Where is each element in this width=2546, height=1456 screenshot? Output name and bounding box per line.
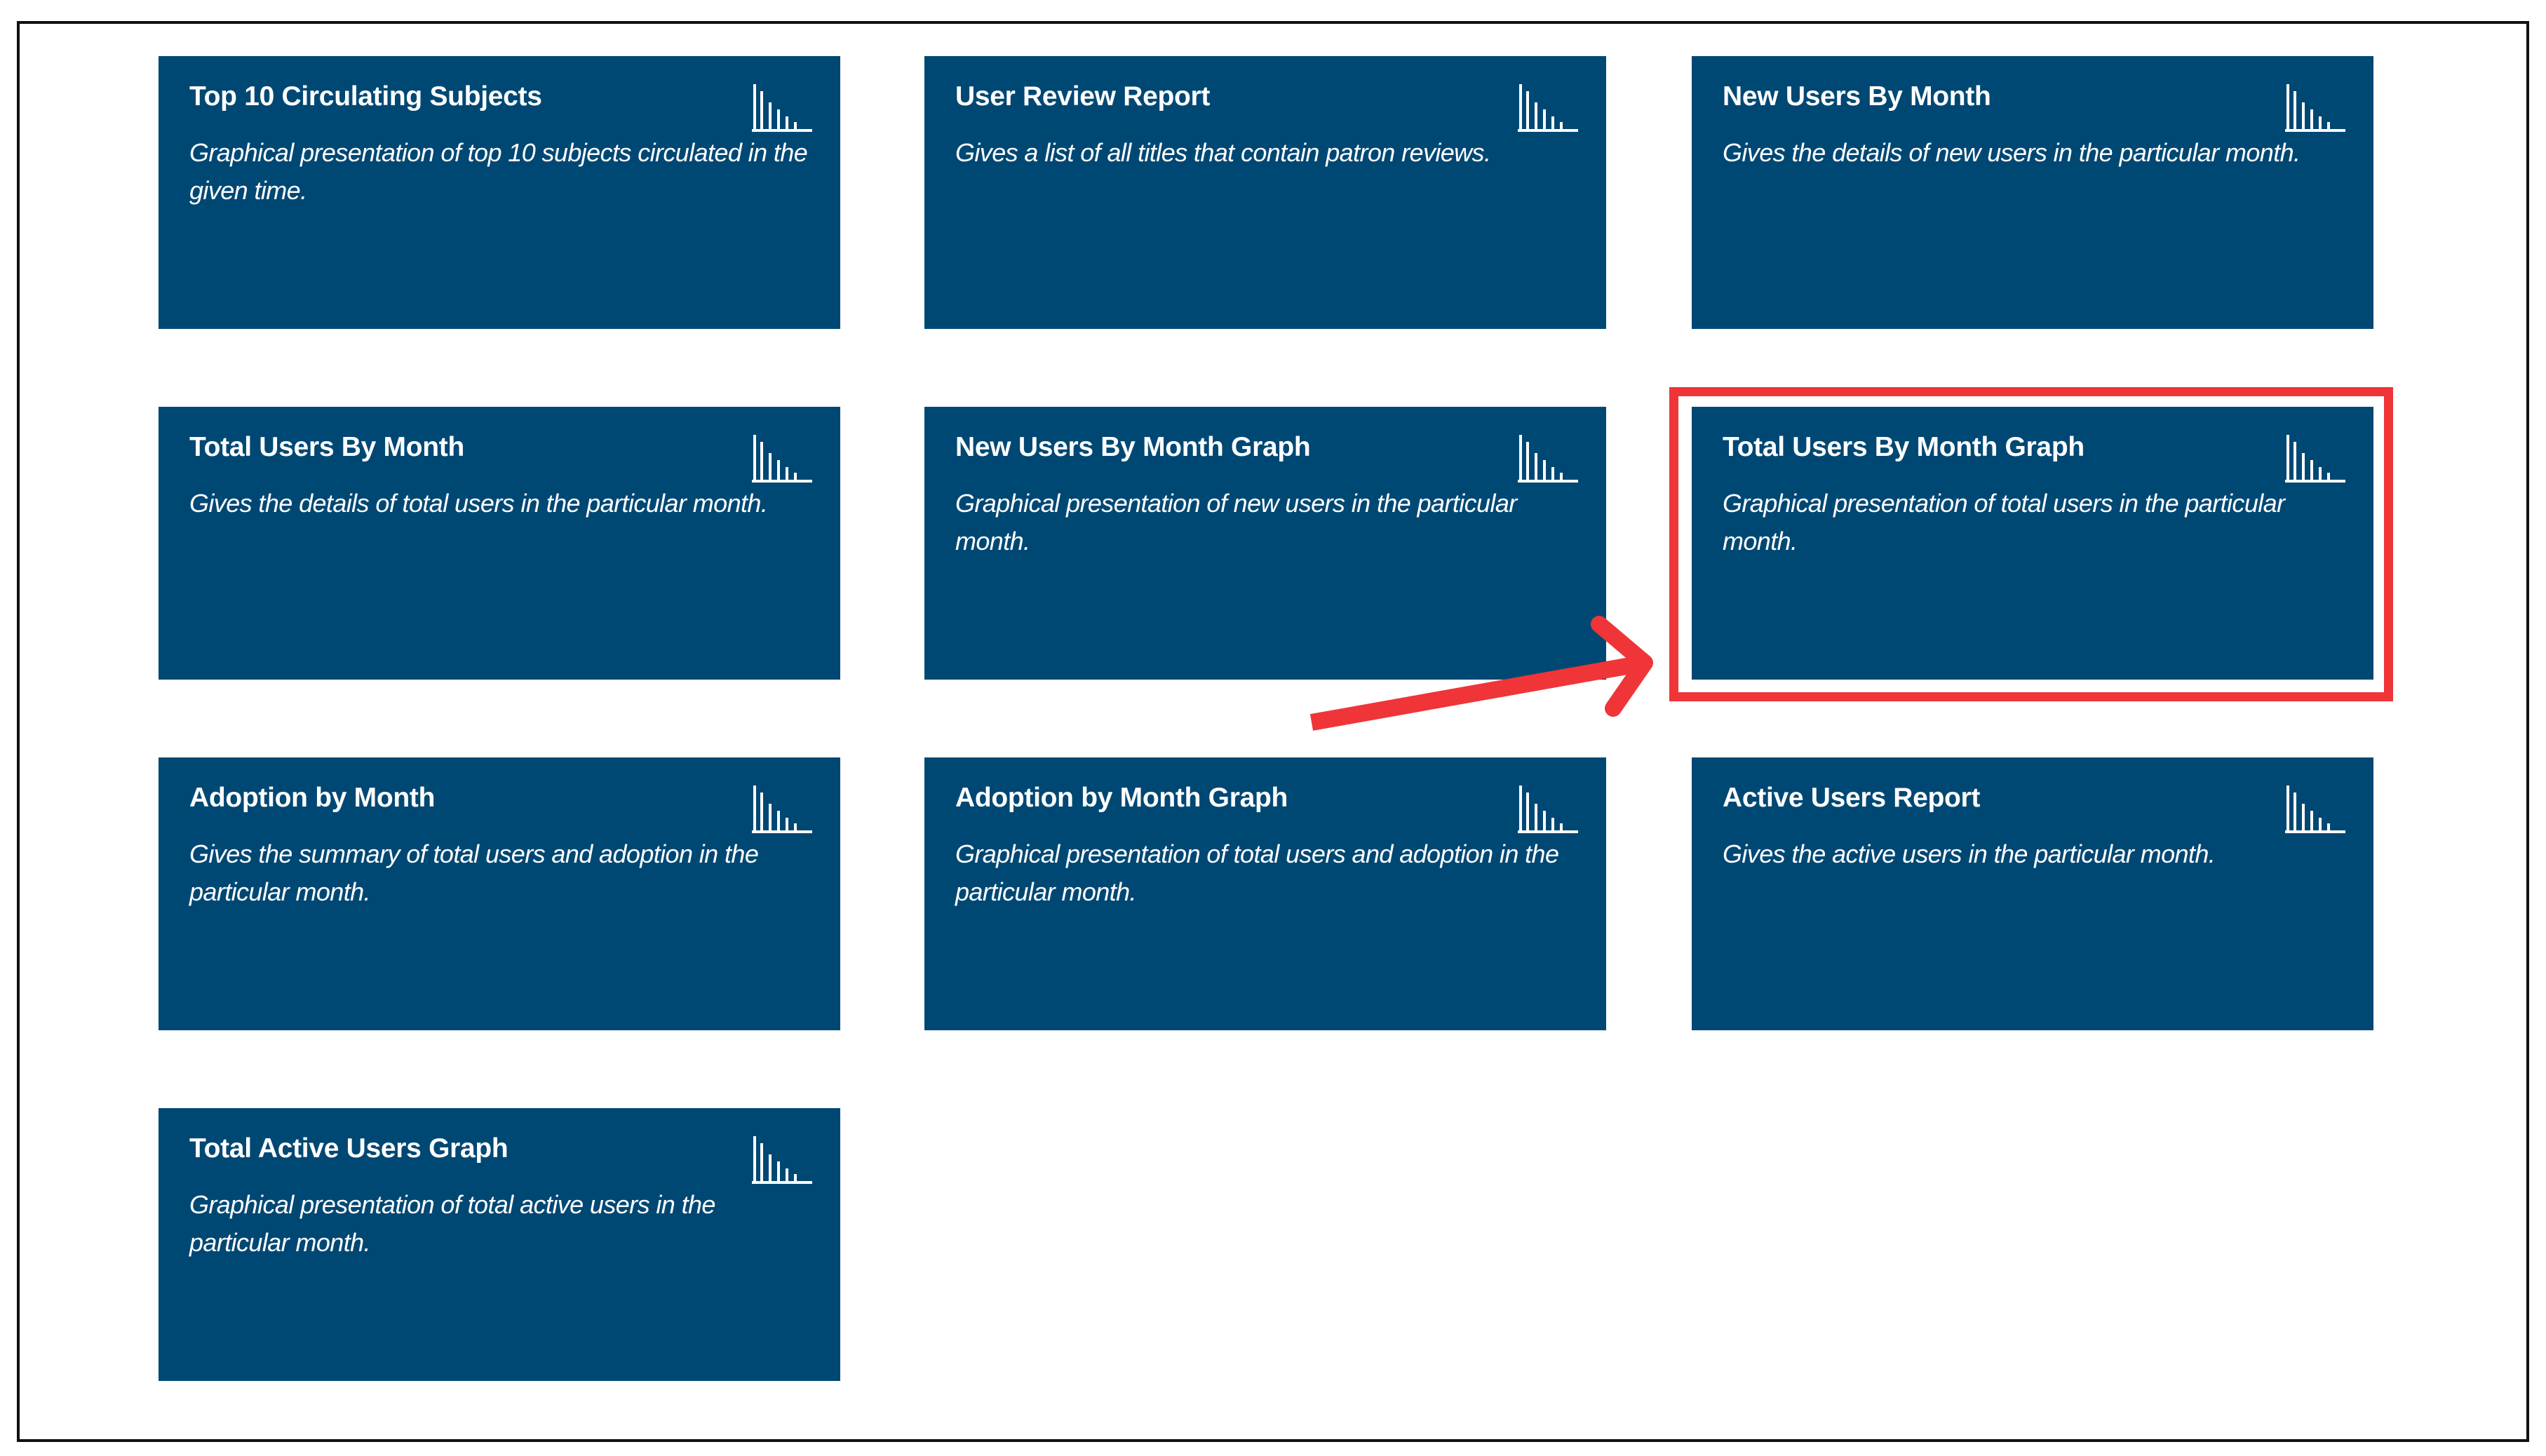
report-tile-user-review-report[interactable]: User Review Report Gives a list of all t… [924,56,1606,329]
tile-description: Gives the details of new users in the pa… [1723,137,2301,167]
tile-title: Total Users By Month [189,432,464,462]
tile-title: New Users By Month [1723,81,1991,112]
tile-description: Graphical presentation of total active u… [189,1189,715,1257]
bar-chart-icon [2285,786,2345,833]
tile-title: Top 10 Circulating Subjects [189,81,542,112]
tile-description: Gives the summary of total users and ado… [189,839,759,906]
report-tile-new-users-by-month-graph[interactable]: New Users By Month Graph Graphical prese… [924,407,1606,680]
bar-chart-icon [2285,435,2345,483]
tile-description: Graphical presentation of new users in t… [955,488,1517,555]
report-tile-top-10-circulating-subjects[interactable]: Top 10 Circulating Subjects Graphical pr… [159,56,840,329]
tile-title: Adoption by Month [189,783,436,813]
tile-description: Gives the details of total users in the … [189,488,768,518]
report-tile-adoption-by-month[interactable]: Adoption by Month Gives the summary of t… [159,757,840,1030]
bar-chart-icon [2285,84,2345,132]
report-tile-adoption-by-month-graph[interactable]: Adoption by Month Graph Graphical presen… [924,757,1606,1030]
tile-title: Adoption by Month Graph [955,783,1288,813]
bar-chart-icon [1518,435,1578,483]
bar-chart-icon [752,435,812,483]
report-tile-total-active-users-graph[interactable]: Total Active Users Graph Graphical prese… [159,1108,840,1381]
tile-title: Active Users Report [1723,783,1981,813]
tile-title: Total Active Users Graph [189,1133,508,1164]
tile-description: Gives the active users in the particular… [1723,839,2216,868]
bar-chart-icon [752,1136,812,1184]
tile-description: Graphical presentation of top 10 subject… [189,137,808,205]
bar-chart-icon [752,786,812,833]
tile-description: Graphical presentation of total users in… [1723,488,2285,555]
report-tile-total-users-by-month-graph[interactable]: Total Users By Month Graph Graphical pre… [1692,407,2373,680]
report-tile-total-users-by-month[interactable]: Total Users By Month Gives the details o… [159,407,840,680]
bar-chart-icon [752,84,812,132]
tile-description: Graphical presentation of total users an… [955,839,1559,906]
report-tile-active-users-report[interactable]: Active Users Report Gives the active use… [1692,757,2373,1030]
bar-chart-icon [1518,786,1578,833]
report-tile-new-users-by-month[interactable]: New Users By Month Gives the details of … [1692,56,2373,329]
tile-title: Total Users By Month Graph [1723,432,2084,462]
bar-chart-icon [1518,84,1578,132]
tile-title: New Users By Month Graph [955,432,1311,462]
tile-description: Gives a list of all titles that contain … [955,137,1491,167]
tile-title: User Review Report [955,81,1211,112]
